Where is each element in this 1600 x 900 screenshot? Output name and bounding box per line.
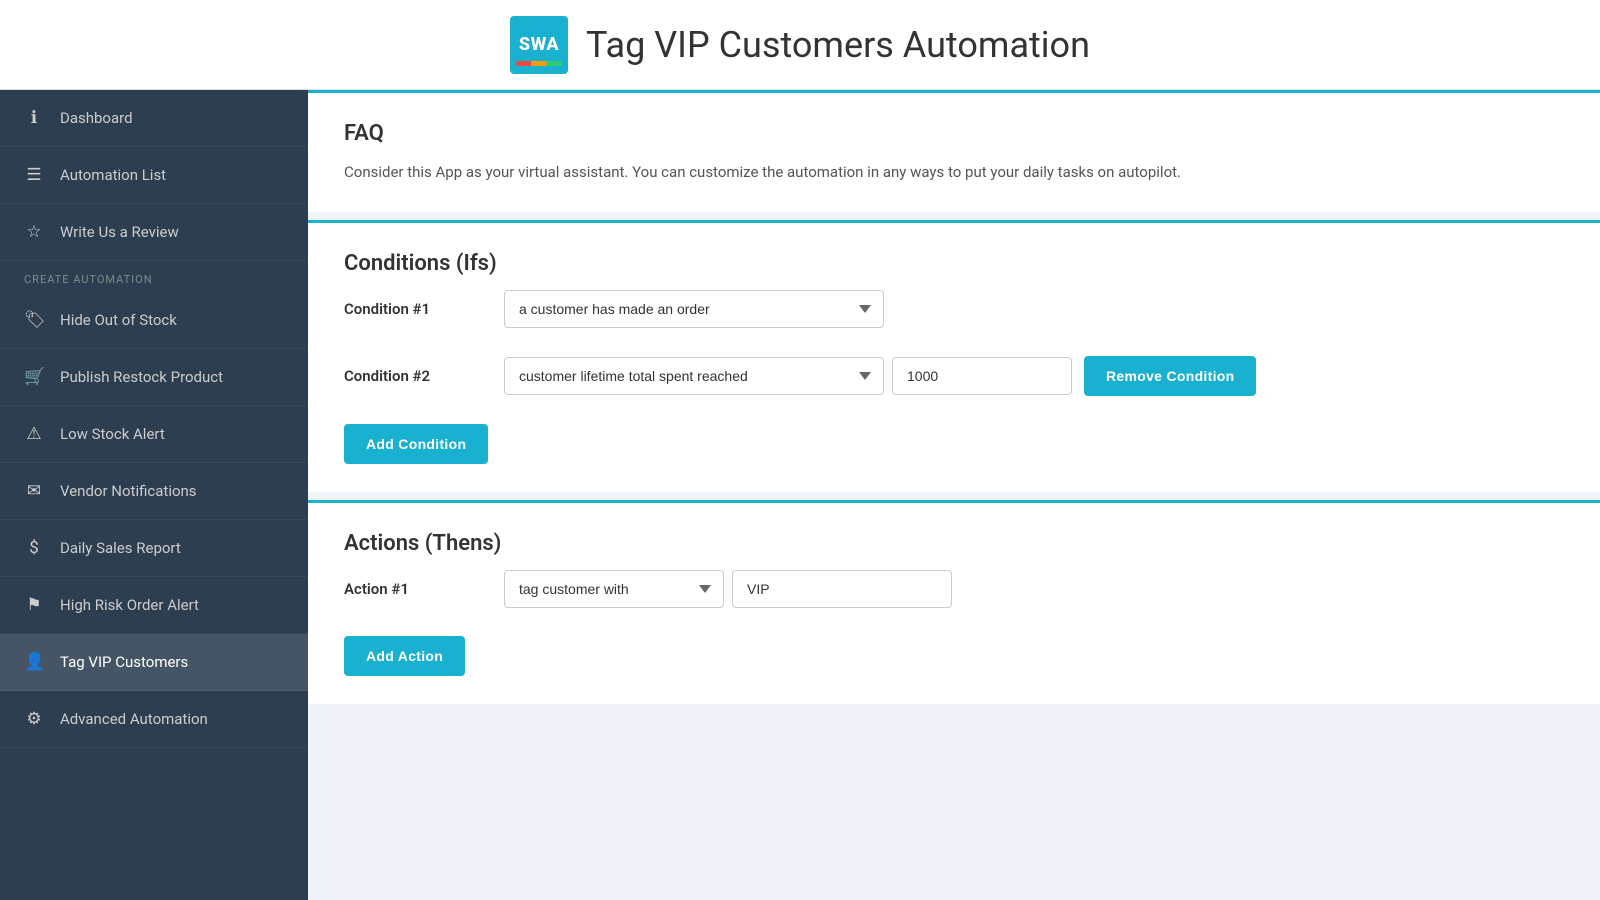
condition-2-label: Condition #2 — [344, 367, 504, 385]
sidebar-item-write-review[interactable]: ☆ Write Us a Review — [0, 204, 308, 261]
app-logo: SWA — [510, 16, 568, 74]
dollar-icon: $ — [24, 538, 44, 558]
sidebar-item-publish-restock[interactable]: 🛒 Publish Restock Product — [0, 349, 308, 406]
page-title: Tag VIP Customers Automation — [586, 24, 1090, 66]
sidebar-item-label: Automation List — [60, 166, 166, 184]
sidebar-item-label: Advanced Automation — [60, 710, 208, 728]
sidebar-item-daily-sales[interactable]: $ Daily Sales Report — [0, 520, 308, 577]
mail-icon: ✉ — [24, 481, 44, 501]
condition-2-value[interactable] — [892, 357, 1072, 395]
app-header: SWA Tag VIP Customers Automation — [0, 0, 1600, 90]
action-1-label: Action #1 — [344, 580, 504, 598]
sidebar-item-advanced-automation[interactable]: ⚙ Advanced Automation — [0, 691, 308, 748]
sidebar-item-hide-out-of-stock[interactable]: 🏷 Hide Out of Stock — [0, 292, 308, 349]
logo-text: SWA — [519, 34, 559, 55]
tag-icon: 🏷 — [24, 310, 44, 330]
flag-icon: ⚑ — [24, 595, 44, 615]
list-icon: ☰ — [24, 165, 44, 185]
remove-condition-button[interactable]: Remove Condition — [1084, 356, 1256, 396]
sidebar-section-label: CREATE AUTOMATION — [0, 261, 308, 292]
sidebar: ℹ Dashboard ☰ Automation List ☆ Write Us… — [0, 90, 308, 900]
main-content: FAQ Consider this App as your virtual as… — [308, 90, 1600, 900]
sidebar-item-high-risk[interactable]: ⚑ High Risk Order Alert — [0, 577, 308, 634]
sidebar-item-label: Tag VIP Customers — [60, 653, 188, 671]
app-layout: ℹ Dashboard ☰ Automation List ☆ Write Us… — [0, 90, 1600, 900]
star-icon: ☆ — [24, 222, 44, 242]
info-icon: ℹ — [24, 108, 44, 128]
sidebar-item-label: Low Stock Alert — [60, 425, 165, 443]
add-condition-button[interactable]: Add Condition — [344, 424, 488, 464]
condition-2-select[interactable]: a customer has made an order customer li… — [504, 357, 884, 395]
faq-title: FAQ — [344, 121, 1564, 146]
add-action-button[interactable]: Add Action — [344, 636, 465, 676]
condition-1-select[interactable]: a customer has made an order customer li… — [504, 290, 884, 328]
sidebar-item-label: Dashboard — [60, 109, 133, 127]
logo-bar — [516, 61, 562, 66]
actions-section: Actions (Thens) Action #1 tag customer w… — [308, 500, 1600, 704]
gear-icon: ⚙ — [24, 709, 44, 729]
condition-2-row: Condition #2 a customer has made an orde… — [344, 356, 1564, 396]
sidebar-item-tag-vip[interactable]: 👤 Tag VIP Customers — [0, 634, 308, 691]
sidebar-item-label: High Risk Order Alert — [60, 596, 199, 614]
sidebar-item-vendor-notifications[interactable]: ✉ Vendor Notifications — [0, 463, 308, 520]
sidebar-item-label: Publish Restock Product — [60, 368, 223, 386]
warning-icon: ⚠ — [24, 424, 44, 444]
action-1-tag-input[interactable] — [732, 570, 952, 608]
sidebar-item-dashboard[interactable]: ℹ Dashboard — [0, 90, 308, 147]
sidebar-item-label: Hide Out of Stock — [60, 311, 177, 329]
faq-description: Consider this App as your virtual assist… — [344, 160, 1564, 184]
sidebar-item-low-stock-alert[interactable]: ⚠ Low Stock Alert — [0, 406, 308, 463]
sidebar-item-label: Vendor Notifications — [60, 482, 197, 500]
conditions-title: Conditions (Ifs) — [344, 251, 1564, 276]
user-icon: 👤 — [24, 652, 44, 672]
action-1-row: Action #1 tag customer with send email t… — [344, 570, 1564, 608]
condition-1-label: Condition #1 — [344, 300, 504, 318]
actions-title: Actions (Thens) — [344, 531, 1564, 556]
sidebar-item-automation-list[interactable]: ☰ Automation List — [0, 147, 308, 204]
condition-1-row: Condition #1 a customer has made an orde… — [344, 290, 1564, 328]
conditions-section: Conditions (Ifs) Condition #1 a customer… — [308, 220, 1600, 492]
faq-section: FAQ Consider this App as your virtual as… — [308, 90, 1600, 212]
sidebar-item-label: Write Us a Review — [60, 223, 179, 241]
sidebar-item-label: Daily Sales Report — [60, 539, 181, 557]
action-1-select[interactable]: tag customer with send email to customer… — [504, 570, 724, 608]
cart-icon: 🛒 — [24, 367, 44, 387]
